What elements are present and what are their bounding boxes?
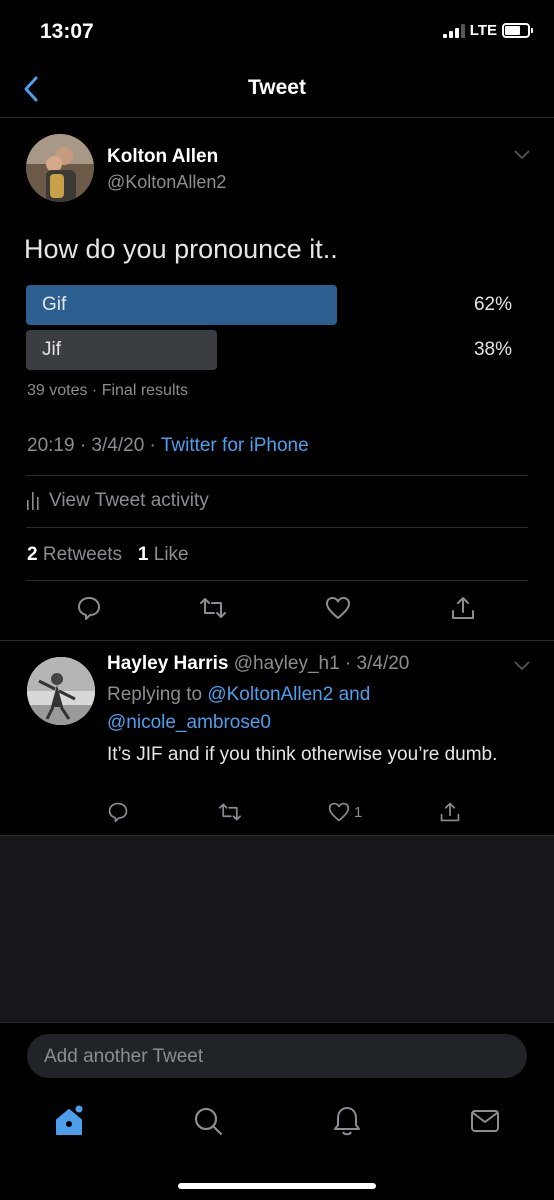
reply-icon[interactable] — [107, 801, 129, 823]
reply-author-name[interactable]: Hayley Harris — [107, 653, 228, 674]
replying-and[interactable]: and — [339, 684, 371, 705]
reply-icon[interactable] — [76, 595, 102, 621]
divider — [26, 475, 528, 476]
mention-link[interactable]: @nicole_ambrose0 — [107, 712, 271, 733]
reply-author-meta: @hayley_h1 · 3/4/20 — [233, 653, 410, 674]
reply-header: Hayley Harris @hayley_h1 · 3/4/20 — [107, 653, 409, 675]
reply-author-avatar[interactable] — [27, 657, 95, 725]
view-tweet-activity[interactable]: View Tweet activity — [27, 490, 209, 512]
engagement-counts: 2 Retweets 1 Like — [27, 544, 189, 566]
retweets-label: Retweets — [42, 544, 123, 565]
retweet-icon[interactable] — [218, 801, 242, 823]
likes-stat[interactable]: 1 Like — [138, 544, 189, 565]
replying-to: Replying to @KoltonAllen2 and @nicole_am… — [107, 681, 507, 737]
tweet-source-link[interactable]: Twitter for iPhone — [161, 435, 309, 456]
tweet-timestamp: 20:19 · 3/4/20 · Twitter for iPhone — [27, 435, 309, 457]
poll-bar — [26, 285, 337, 325]
status-indicators: LTE — [442, 22, 533, 39]
chevron-down-icon[interactable] — [514, 150, 530, 160]
composer-placeholder: Add another Tweet — [44, 1046, 204, 1067]
likes-count: 1 — [137, 544, 149, 565]
mention-link[interactable]: @KoltonAllen2 — [207, 684, 333, 705]
empty-area — [0, 836, 554, 1022]
battery-icon — [502, 23, 533, 38]
tweet-actions — [0, 595, 554, 625]
reply-tweet[interactable]: Hayley Harris @hayley_h1 · 3/4/20 Replyi… — [0, 640, 554, 836]
activity-label: View Tweet activity — [49, 490, 209, 511]
activity-chart-icon — [27, 492, 39, 510]
nav-bar: Tweet — [0, 64, 554, 118]
home-indicator[interactable] — [178, 1183, 376, 1189]
messages-icon[interactable] — [469, 1105, 501, 1137]
poll-option-label: Jif — [42, 339, 61, 360]
author-handle[interactable]: @KoltonAllen2 — [107, 172, 226, 193]
share-icon[interactable] — [450, 595, 476, 621]
tweet-text: How do you pronounce it.. — [24, 234, 338, 264]
divider — [26, 527, 528, 528]
poll-option-percent: 38% — [473, 339, 512, 360]
retweets-stat[interactable]: 2 Retweets — [27, 544, 122, 565]
timestamp-text: 20:19 · 3/4/20 · — [27, 435, 161, 456]
author-avatar[interactable] — [26, 134, 94, 202]
page-title: Tweet — [248, 76, 306, 99]
reply-actions: 1 — [0, 801, 554, 831]
signal-icon — [442, 23, 465, 38]
bottom-bar: Add another Tweet — [0, 1022, 554, 1200]
status-time: 13:07 — [40, 20, 94, 43]
author-name[interactable]: Kolton Allen — [107, 146, 218, 168]
replying-prefix: Replying to — [107, 684, 203, 705]
like-icon[interactable] — [325, 595, 351, 621]
poll-option-jif: Jif 38% — [26, 330, 528, 370]
divider — [26, 580, 528, 581]
like-icon — [328, 802, 350, 822]
reply-like-count: 1 — [354, 803, 363, 821]
retweet-icon[interactable] — [199, 595, 227, 621]
poll-option-percent: 62% — [473, 294, 512, 315]
network-label: LTE — [469, 22, 497, 39]
poll-option-label: Gif — [42, 294, 67, 315]
poll-option-gif: Gif 62% — [26, 285, 528, 325]
reply-like-button[interactable]: 1 — [328, 801, 362, 823]
retweets-count: 2 — [27, 544, 38, 565]
chevron-down-icon[interactable] — [514, 661, 530, 671]
search-icon[interactable] — [192, 1105, 224, 1137]
reply-text: It’s JIF and if you think otherwise you’… — [107, 744, 498, 765]
notifications-icon[interactable] — [331, 1105, 363, 1137]
poll-meta: 39 votes · Final results — [27, 382, 188, 399]
home-icon[interactable] — [53, 1105, 85, 1137]
add-tweet-composer[interactable]: Add another Tweet — [27, 1034, 527, 1078]
share-icon[interactable] — [439, 801, 461, 823]
status-bar: 13:07 LTE — [0, 0, 554, 64]
likes-label: Like — [153, 544, 189, 565]
